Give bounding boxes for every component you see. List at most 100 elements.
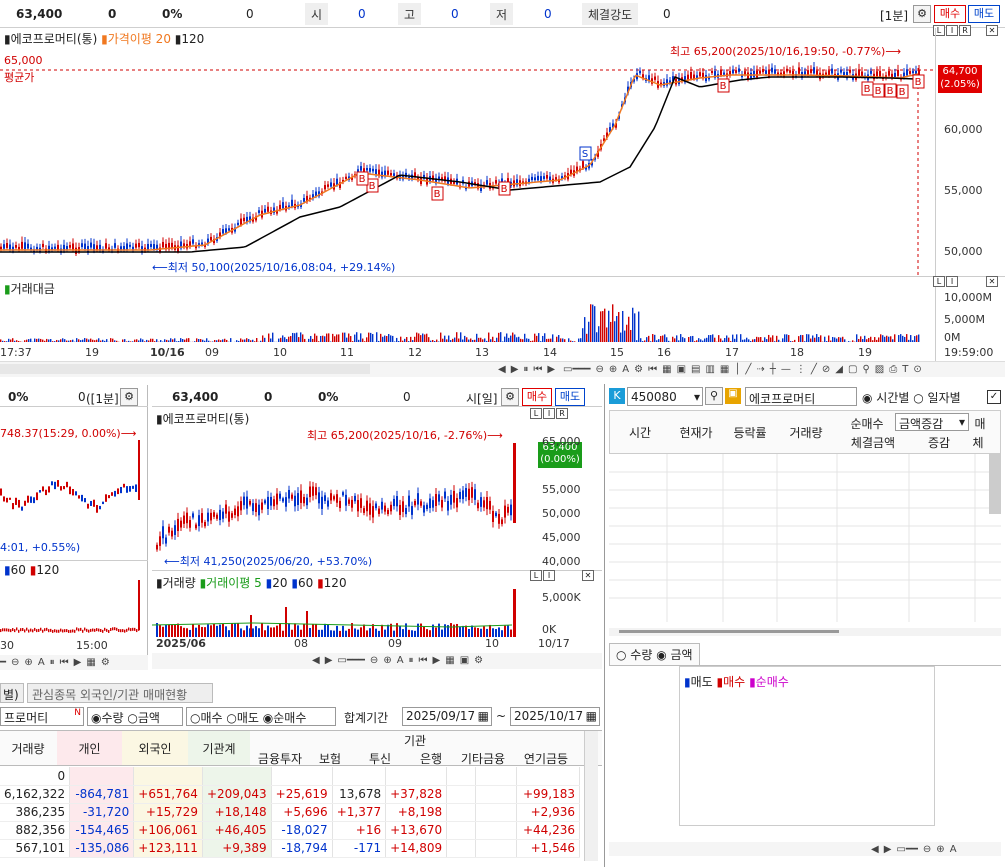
volume-bar <box>628 316 630 342</box>
volume-bar <box>502 341 504 342</box>
stock-code-input[interactable]: 450080 ▾ <box>627 387 703 406</box>
zoom-slider[interactable]: ▭━━━ ⊖ ⊕ A ⚙ ⏮ ▦ ▣ ▤ ▥ ▦ │ ╱ ⇢ ┼ — ⋮ ╱ ⊘ ◢ ▢ ⚲ ▨ ⎙ T ⊙ <box>563 362 927 375</box>
daily-settings-gear-icon[interactable]: ⚙ <box>501 388 519 406</box>
daily-volume-bar <box>231 623 233 637</box>
table-row[interactable]: 567,101 -135,086 +123,111 +9,389 -18,794 -171… <box>0 839 580 858</box>
investor-toolbar[interactable]: ◀ ▶ ▭━━ ⊖ ⊕ A <box>609 842 1001 856</box>
daily-candle <box>159 536 161 546</box>
table-cell <box>475 821 518 840</box>
mini-volume-bar <box>104 627 106 631</box>
mini-volume-bar <box>70 629 72 633</box>
daily-volume-bar <box>348 628 350 637</box>
investor-hscroll[interactable] <box>609 628 1001 636</box>
main-candle <box>366 168 368 171</box>
daily-candle <box>252 503 254 512</box>
mini-volume-svg <box>0 580 140 633</box>
period-radio[interactable]: ◉ 시간별 ○ 일자별 <box>862 389 961 406</box>
mini-toolbar[interactable]: ━ ⊖ ⊕ A ⏸ ⏮ ▶ ▦ ⚙ <box>0 655 148 670</box>
mini-volume-bar <box>50 628 52 632</box>
volume-bar <box>914 336 916 342</box>
mini-volume-bar <box>90 628 92 632</box>
volume-bar <box>802 335 804 342</box>
table-cell: +13,670 <box>385 821 448 840</box>
close-icon[interactable]: ✕ <box>986 25 998 36</box>
settings-gear-icon[interactable]: ⚙ <box>913 5 931 23</box>
date-from-input[interactable]: 2025/09/17 ▦ <box>402 707 492 726</box>
table-row[interactable]: 6,162,322 -864,781 +651,764 +209,043 +25,619… <box>0 785 580 804</box>
main-candle <box>327 184 329 187</box>
mini-volume-bar <box>120 629 122 633</box>
stock-name-field[interactable]: 에코프로머티 <box>745 387 857 406</box>
unit-radio[interactable]: ◉수량 ○금액 <box>87 707 183 726</box>
volume-bar <box>272 332 274 342</box>
tab-left[interactable]: 별) <box>0 683 24 703</box>
table-vscroll[interactable] <box>584 731 598 861</box>
stock-name-input[interactable]: 프로머티 N <box>0 707 84 726</box>
volume-bar <box>172 339 174 342</box>
sell-button[interactable]: 매도 <box>968 5 1000 23</box>
daily-volume-bar <box>270 627 272 637</box>
daily-volume-bar <box>411 630 413 637</box>
table-row[interactable]: 882,356 -154,465 +106,061 +46,405 -18,027 +16… <box>0 821 580 840</box>
volume-bar <box>314 333 316 342</box>
volume-bar <box>618 312 620 342</box>
option-checkbox[interactable]: ✓ <box>987 390 1001 404</box>
mini-settings-gear-icon[interactable]: ⚙ <box>120 388 138 406</box>
volume-bar <box>556 336 558 342</box>
daily-candle <box>453 490 455 503</box>
daily-buy-button[interactable]: 매수 <box>522 388 552 406</box>
search-icon[interactable]: ⚲ <box>705 387 723 405</box>
daily-toolbar[interactable]: ◀ ▶ ▭━━━ ⊖ ⊕ A ⏸ ⏮ ▶ ▦ ▣ ⚙ <box>152 653 602 669</box>
volume-bar <box>468 339 470 342</box>
volume-bar <box>294 333 296 342</box>
daily-candle <box>477 502 479 509</box>
tab-watchlist[interactable]: 관심종목 외국인/기관 매매현황 <box>27 683 213 703</box>
main-candle <box>345 176 347 180</box>
volume-bar <box>864 335 866 342</box>
volume-bar <box>564 339 566 342</box>
table-cell: +44,236 <box>516 821 580 840</box>
date-to-input[interactable]: 2025/10/17 ▦ <box>510 707 600 726</box>
table-cell: -18,027 <box>271 821 333 840</box>
daily-sell-button[interactable]: 매도 <box>555 388 585 406</box>
volume-bar <box>540 341 542 342</box>
buy-button[interactable]: 매수 <box>934 5 966 23</box>
daily-candle <box>357 500 359 512</box>
volume-bar <box>694 341 696 342</box>
main-candle <box>267 206 269 212</box>
volume-bar <box>582 328 584 342</box>
volume-bar <box>890 336 892 342</box>
volume-close-icon[interactable]: ✕ <box>986 276 998 287</box>
volume-bar <box>386 336 388 342</box>
daily-volume-bar <box>486 628 488 637</box>
favorite-icon[interactable]: ▣ <box>725 388 741 404</box>
chart-toggle-icons[interactable]: LIR <box>933 25 973 37</box>
volume-bar <box>504 336 506 342</box>
volume-bar <box>574 341 576 342</box>
daily-candle <box>282 498 284 502</box>
main-candle <box>126 243 128 250</box>
x-tick: 17 <box>725 346 739 359</box>
volume-bar <box>728 337 730 342</box>
chart-scrollbar[interactable] <box>0 364 370 374</box>
volume-bar <box>366 337 368 342</box>
volume-bar <box>58 340 60 342</box>
daily-candle <box>495 512 497 517</box>
volume-bar <box>60 339 62 342</box>
daily-vol-close-icon[interactable]: ✕ <box>582 570 594 581</box>
volume-bar <box>424 334 426 342</box>
trade-type-radio[interactable]: ○매수 ○매도 ◉순매수 <box>186 707 336 726</box>
amount-delta-select[interactable]: 금액증감 ▾ <box>895 413 969 431</box>
daily-y-tick: 50,000 <box>542 507 581 520</box>
main-candle <box>258 210 260 213</box>
table-row[interactable]: 0 <box>0 767 580 786</box>
daily-volume-bar <box>438 623 440 637</box>
main-candle <box>537 175 539 181</box>
volume-bar <box>404 338 406 342</box>
playback-controls[interactable]: ◀ ▶ ⏸ ⏮ ▶ <box>498 362 560 375</box>
mini-volume-bar <box>74 629 76 633</box>
volume-bar <box>216 340 218 342</box>
qty-amount-radio[interactable]: ○ 수량 ◉ 금액 <box>609 643 700 666</box>
main-candle <box>330 182 332 187</box>
table-row[interactable]: 386,235 -31,720 +15,729 +18,148 +5,696 +1,377… <box>0 803 580 822</box>
